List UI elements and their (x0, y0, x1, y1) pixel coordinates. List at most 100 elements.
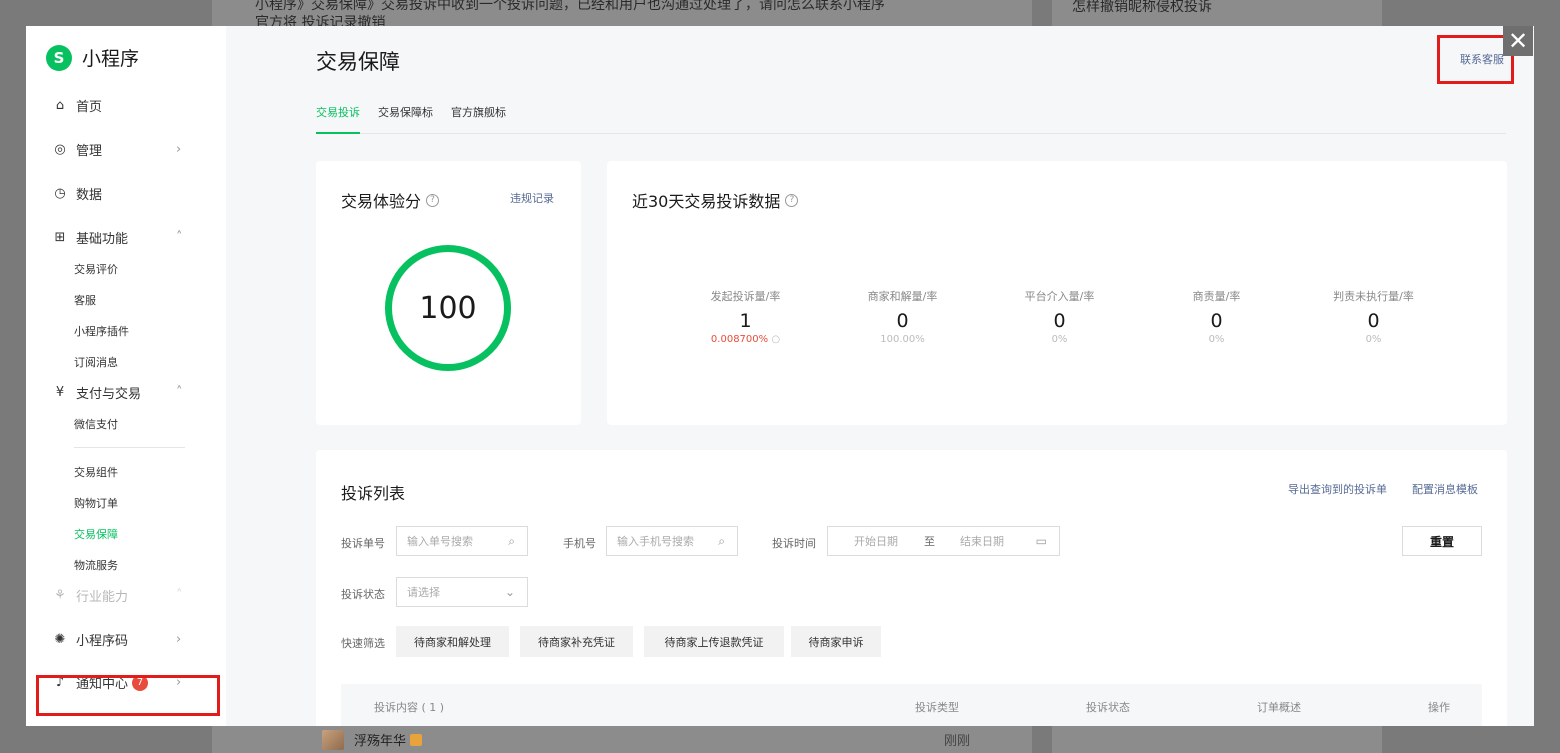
stat-settled: 商家和解量/率 0 100.00% (824, 288, 981, 345)
date-range-picker[interactable]: 开始日期 至 结束日期 ▭ (827, 526, 1060, 556)
column-header: 投诉类型 (915, 701, 959, 714)
stat-label: 商家和解量/率 (867, 290, 938, 303)
phone-label: 手机号 (563, 537, 596, 550)
input-placeholder: 输入单号搜索 (407, 535, 473, 548)
sidebar-subitem[interactable]: 订阅消息 (26, 346, 226, 377)
column-header: 操作 (1428, 701, 1450, 714)
tab-bar: 交易投诉 交易保障标 官方旗舰标 (316, 98, 1506, 134)
reset-button[interactable]: 重置 (1402, 526, 1482, 556)
tab-flagship-badge[interactable]: 官方旗舰标 (451, 98, 506, 134)
sidebar-subitem[interactable]: 交易评价 (26, 253, 226, 284)
sidebar-item-label: 首页 (76, 100, 103, 115)
avatar (322, 729, 344, 750)
sidebar-subitem[interactable]: 小程序插件 (26, 315, 226, 346)
background-reply-row: 浮殇年华 刚刚 (312, 726, 1012, 753)
input-placeholder: 输入手机号搜索 (617, 535, 694, 548)
quick-filter-pending-settle[interactable]: 待商家和解处理 (396, 626, 509, 657)
industry-icon: ⚘ (54, 588, 66, 603)
stat-value: 1 (739, 310, 752, 332)
stat-label: 发起投诉量/率 (710, 290, 781, 303)
highlight-box-notify (36, 675, 220, 716)
stat-unexecuted: 判责未执行量/率 0 0% (1295, 288, 1452, 345)
complaint-stats-card: 近30天交易投诉数据 ? 发起投诉量/率 1 0.008700% ○ 商家和解量… (607, 161, 1507, 425)
quick-filter-pending-refund[interactable]: 待商家上传退款凭证 (644, 626, 784, 657)
home-icon: ⌂ (55, 98, 65, 113)
chevron-up-icon: ˄ (176, 588, 183, 603)
violation-records-link[interactable]: 违规记录 (510, 190, 554, 206)
end-date: 结束日期 (960, 535, 1004, 548)
search-icon: ⌕ (508, 533, 515, 548)
close-icon[interactable]: ✕ (1503, 26, 1533, 56)
calendar-icon: ▭ (1035, 534, 1047, 548)
brand: S 小程序 (46, 44, 139, 71)
stat-rate: 0% (1208, 334, 1225, 345)
help-icon[interactable]: ? (426, 193, 440, 207)
score-card-title-text: 交易体验分 (341, 192, 422, 211)
chevron-up-icon: ˄ (176, 385, 183, 400)
sidebar-subitem[interactable]: 购物订单 (26, 487, 226, 518)
yuan-icon: ¥ (55, 385, 65, 400)
column-header: 订单概述 (1257, 701, 1301, 714)
time-label: 投诉时间 (772, 537, 816, 550)
stat-value: 0 (1210, 310, 1223, 332)
list-title: 投诉列表 (341, 484, 406, 503)
background-related-link: 怎样撤销昵称侵权投诉 (1072, 0, 1212, 15)
tab-complaints[interactable]: 交易投诉 (316, 98, 360, 134)
help-icon[interactable]: ? (785, 193, 799, 207)
sidebar-subitem[interactable]: 微信支付 (26, 408, 226, 439)
status-select[interactable]: 请选择 ⌄ (396, 577, 528, 607)
screenshot-modal: S 小程序 ⌂ 首页 ◎ 管理 › ◷ 数据 ⊞ 基础功能 ˄ 交易评价 客服 … (26, 26, 1534, 726)
quick-filter-pending-evidence[interactable]: 待商家补充凭证 (520, 626, 633, 657)
grid-icon: ⊞ (54, 230, 66, 245)
miniprogram-logo-icon: S (46, 44, 72, 71)
chevron-right-icon: › (176, 632, 182, 647)
column-header: 投诉状态 (1086, 701, 1130, 714)
page-title: 交易保障 (316, 50, 400, 74)
sidebar-item-label: 小程序码 (76, 634, 129, 649)
sidebar-item-industry[interactable]: ⚘ 行业能力 ˄ (26, 580, 226, 611)
sidebar-nav: ⌂ 首页 ◎ 管理 › ◷ 数据 ⊞ 基础功能 ˄ 交易评价 客服 小程序插件 … (26, 90, 226, 698)
stat-value: 0 (896, 310, 909, 332)
stat-label: 判责未执行量/率 (1333, 290, 1414, 303)
sidebar-item-label: 数据 (76, 188, 103, 203)
sidebar-item-manage[interactable]: ◎ 管理 › (26, 134, 226, 165)
table-header: 投诉内容 ( 1 ) 投诉类型 投诉状态 订单概述 操作 (341, 684, 1482, 726)
sidebar-subitem-active[interactable]: 交易保障 (26, 518, 226, 549)
chevron-up-icon: ˄ (176, 230, 183, 245)
quick-filter-label: 快速筛选 (341, 637, 385, 650)
reply-time: 刚刚 (944, 734, 971, 749)
clock-icon: ◷ (54, 186, 66, 201)
sidebar-item-data[interactable]: ◷ 数据 (26, 178, 226, 209)
sidebar-item-label: 支付与交易 (76, 387, 142, 402)
stats-row: 发起投诉量/率 1 0.008700% ○ 商家和解量/率 0 100.00% … (667, 288, 1487, 345)
stat-value: 0 (1367, 310, 1380, 332)
order-no-label: 投诉单号 (341, 537, 385, 550)
stat-rate: 0% (1051, 334, 1068, 345)
level-badge-icon (410, 733, 423, 746)
experience-score-card: 交易体验分 ? 违规记录 100 (316, 161, 581, 425)
search-icon: ⌕ (718, 533, 725, 548)
export-complaints-link[interactable]: 导出查询到的投诉单 (1288, 481, 1387, 497)
sidebar-subitem[interactable]: 物流服务 (26, 549, 226, 580)
stat-rate: 0.008700% ○ (667, 334, 824, 345)
sidebar-subitem[interactable]: 交易组件 (26, 456, 226, 487)
sidebar-item-qrcode[interactable]: ✺ 小程序码 › (26, 624, 226, 655)
stat-rate: 100.00% (880, 334, 925, 345)
sidebar-item-pay[interactable]: ¥ 支付与交易 ˄ (26, 377, 226, 408)
sidebar-item-basic[interactable]: ⊞ 基础功能 ˄ (26, 222, 226, 253)
select-placeholder: 请选择 (407, 586, 440, 599)
score-card-title: 交易体验分 ? (341, 188, 440, 212)
config-template-link[interactable]: 配置消息模板 (1412, 481, 1478, 497)
phone-search-input[interactable]: 输入手机号搜索 ⌕ (606, 526, 738, 556)
username: 浮殇年华 (354, 734, 407, 749)
tab-guarantee-badge[interactable]: 交易保障标 (378, 98, 433, 134)
quick-filter-pending-appeal[interactable]: 待商家申诉 (791, 626, 881, 657)
stats-card-title-text: 近30天交易投诉数据 (632, 192, 781, 211)
sidebar-item-label: 基础功能 (76, 232, 129, 247)
chevron-right-icon: › (176, 142, 182, 157)
sidebar-item-label: 行业能力 (76, 590, 129, 605)
stat-rate-text: 0.008700% (710, 334, 769, 345)
sidebar-subitem[interactable]: 客服 (26, 284, 226, 315)
sidebar-item-home[interactable]: ⌂ 首页 (26, 90, 226, 121)
order-no-search-input[interactable]: 输入单号搜索 ⌕ (396, 526, 528, 556)
